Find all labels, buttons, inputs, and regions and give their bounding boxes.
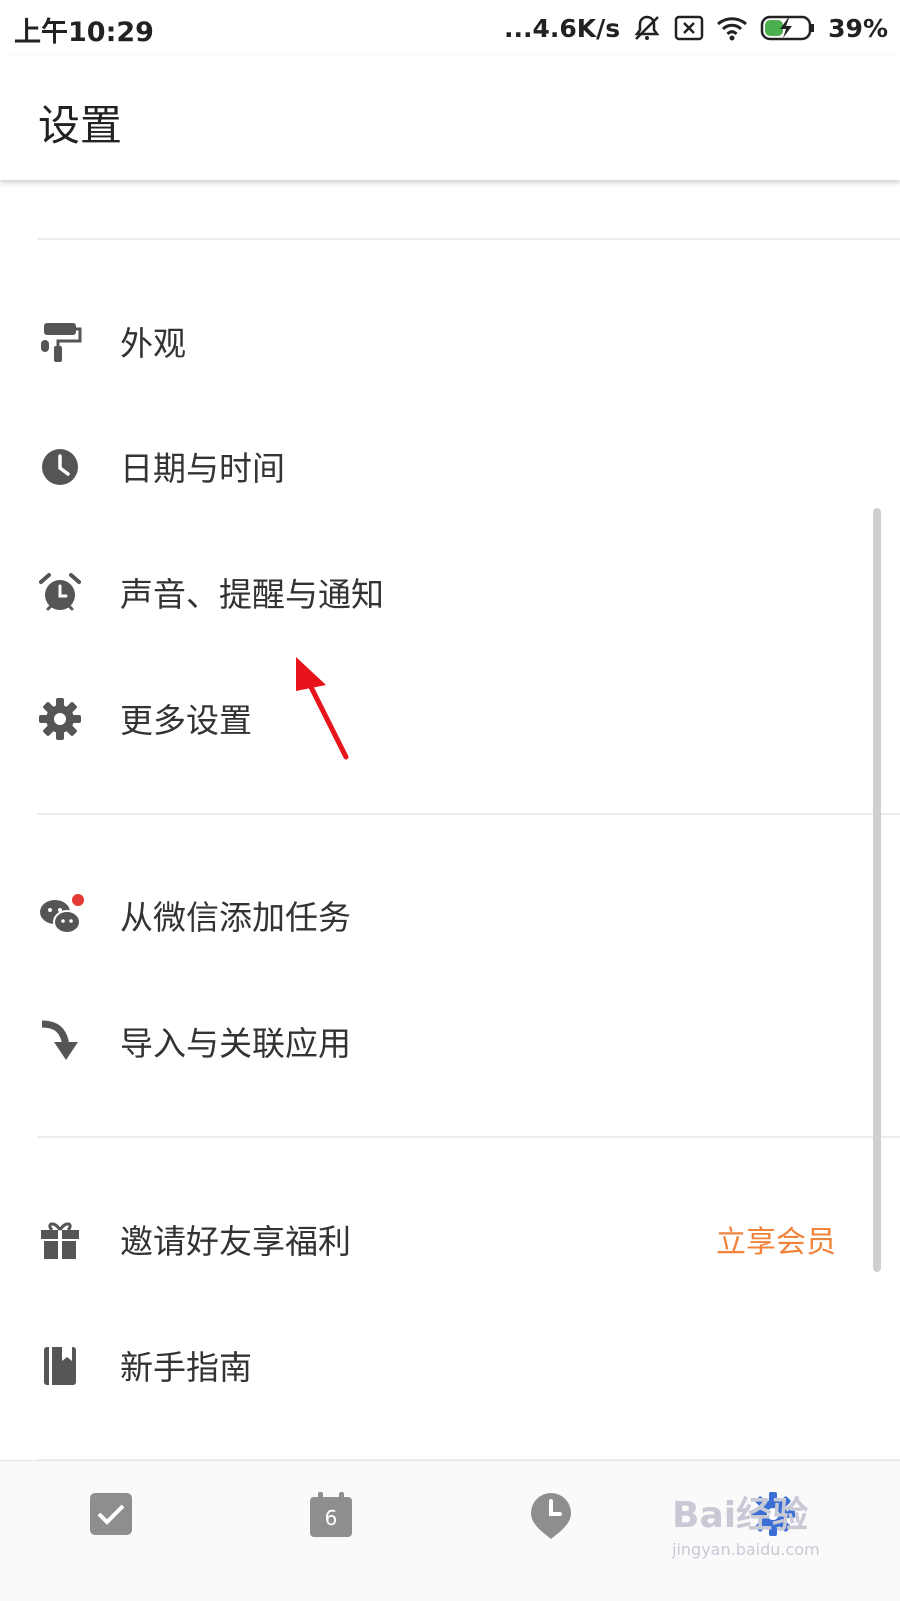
page-title: 设置 [38, 101, 123, 150]
setting-label: 日期与时间 [120, 449, 285, 488]
checkbox-icon [90, 1493, 132, 1535]
nav-pomodoro[interactable] [529, 1491, 577, 1539]
clock-icon [38, 445, 82, 489]
watermark: Bai经验 jingyan.baidu.com [672, 1486, 820, 1559]
annotation-arrow [296, 657, 349, 760]
vip-promo-link[interactable]: 立享会员 [716, 1217, 836, 1261]
app-header: 设置 [0, 56, 900, 180]
setting-wechat-add-task[interactable]: 从微信添加任务 [0, 851, 900, 977]
paint-roller-icon [38, 320, 82, 364]
divider [37, 238, 900, 240]
status-icons: ...4.6K/s 39% [504, 10, 888, 46]
status-time: 上午10:29 [14, 17, 154, 48]
watermark-main: Bai经验 [672, 1495, 809, 1536]
watermark-sub: jingyan.baidu.com [672, 1540, 820, 1559]
wechat-icon [38, 894, 84, 938]
battery-charging-icon [760, 14, 816, 42]
divider [37, 1136, 900, 1138]
network-speed: ...4.6K/s [503, 13, 621, 43]
setting-label: 外观 [120, 324, 186, 363]
divider [37, 813, 900, 815]
setting-label: 邀请好友享福利 [120, 1222, 351, 1261]
gift-icon [38, 1218, 82, 1262]
setting-beginner-guide[interactable]: 新手指南 [0, 1301, 900, 1427]
setting-sound-notification[interactable]: 声音、提醒与通知 [0, 528, 900, 654]
status-bar: 上午10:29 ...4.6K/s 39% [0, 0, 900, 56]
nav-calendar[interactable]: 6 [309, 1491, 357, 1539]
setting-label: 从微信添加任务 [120, 898, 351, 937]
gear-icon [38, 697, 82, 741]
setting-appearance[interactable]: 外观 [0, 277, 900, 403]
alarm-clock-icon [38, 571, 82, 615]
calendar-day-number: 6 [324, 1506, 338, 1530]
setting-date-time[interactable]: 日期与时间 [0, 402, 900, 528]
setting-more[interactable]: 更多设置 [0, 654, 900, 780]
settings-list: 外观 日期与时间 声音、提醒与通知 更多设置 从微信添加任务 导入与关联应用 邀… [0, 180, 900, 1461]
setting-label: 声音、提醒与通知 [120, 575, 384, 614]
setting-label: 导入与关联应用 [120, 1024, 351, 1063]
book-icon [38, 1344, 82, 1388]
scrollbar-thumb[interactable] [873, 508, 881, 1272]
battery-percent: 39% [828, 13, 888, 43]
wifi-icon [716, 15, 748, 41]
nav-tasks[interactable] [88, 1491, 136, 1539]
sim-missing-icon [674, 15, 704, 41]
setting-invite-friends[interactable]: 邀请好友享福利 立享会员 [0, 1175, 900, 1301]
import-arrow-icon [38, 1020, 82, 1064]
bell-muted-icon [632, 13, 662, 43]
setting-label: 新手指南 [120, 1348, 252, 1387]
setting-label: 更多设置 [120, 701, 252, 740]
setting-import-apps[interactable]: 导入与关联应用 [0, 977, 900, 1103]
clock-pin-icon [531, 1493, 571, 1539]
